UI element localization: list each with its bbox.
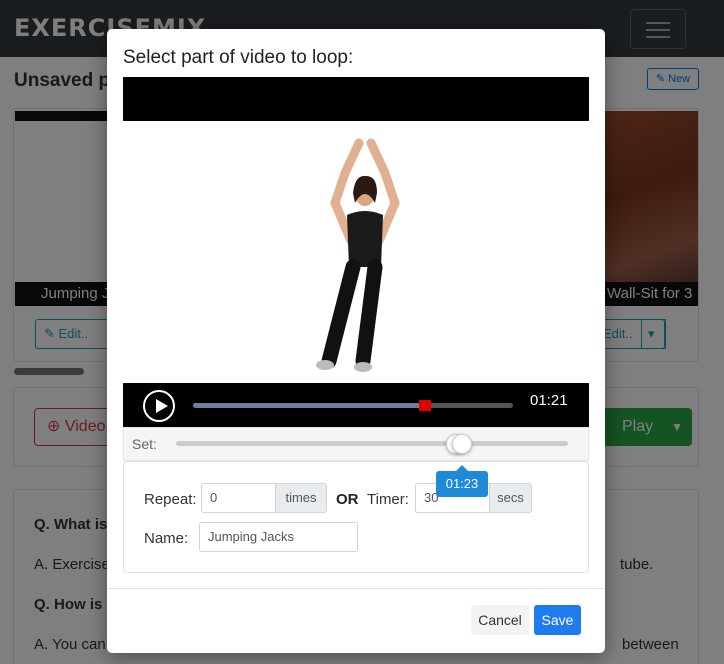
name-input[interactable]: Jumping Jacks: [199, 522, 358, 552]
name-label: Name:: [144, 530, 189, 547]
timer-unit-addon: secs: [490, 483, 532, 513]
save-button[interactable]: Save: [534, 605, 581, 635]
exercise-figure: [316, 138, 400, 372]
modal-title: Select part of video to loop:: [123, 47, 354, 68]
timer-label: Timer:: [367, 491, 409, 508]
modal-footer-divider: [107, 588, 605, 589]
set-label: Set:: [132, 436, 157, 452]
repeat-input[interactable]: 0: [201, 483, 276, 513]
video-progress-bar[interactable]: [193, 400, 513, 411]
loop-settings-form: Repeat: 0 times OR Timer: 30 secs Name: …: [123, 461, 589, 573]
repeat-label: Repeat:: [144, 491, 197, 508]
video-player[interactable]: 01:21: [123, 77, 589, 427]
video-frame: [123, 121, 589, 383]
play-icon[interactable]: [143, 390, 175, 422]
set-slider-tooltip: 01:23: [436, 465, 488, 497]
set-slider-track[interactable]: 01:23: [176, 434, 568, 497]
set-slider-row: Set: 01:23: [123, 427, 589, 497]
or-label: OR: [336, 491, 359, 508]
loop-marker: [419, 400, 431, 411]
loop-video-modal: Select part of video to loop: 01:21 Set:…: [107, 29, 605, 653]
video-progress-fill: [193, 403, 423, 408]
current-time: 01:21: [530, 392, 568, 409]
set-slider-end-handle[interactable]: [452, 434, 472, 454]
play-triangle: [156, 399, 168, 413]
repeat-unit-addon: times: [276, 483, 327, 513]
cancel-button[interactable]: Cancel: [471, 605, 529, 635]
